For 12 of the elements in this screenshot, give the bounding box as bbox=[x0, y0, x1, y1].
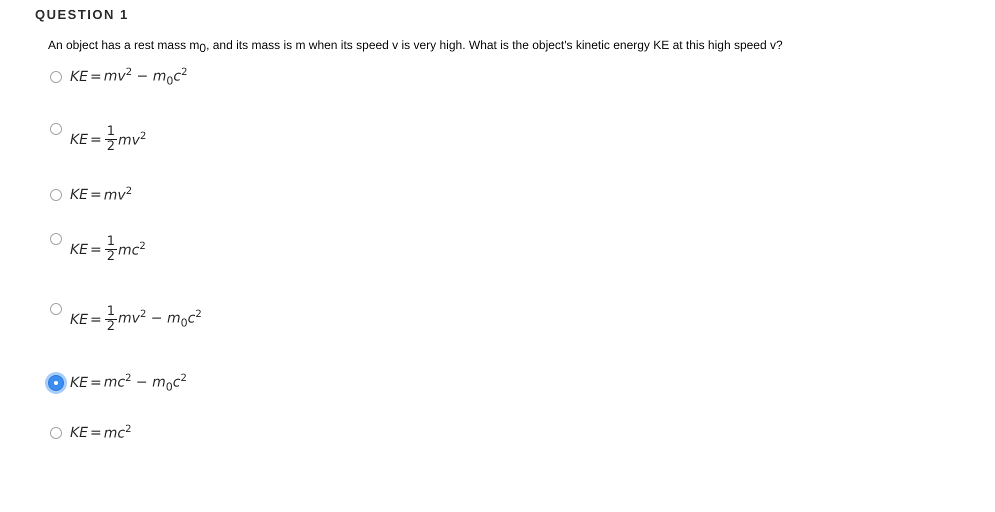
radio-button[interactable] bbox=[50, 123, 62, 135]
radio-button[interactable] bbox=[50, 427, 62, 439]
formula: KE=mc$^{2}$ bbox=[70, 424, 132, 442]
radio-button[interactable] bbox=[50, 71, 62, 83]
radio-button[interactable] bbox=[50, 233, 62, 245]
radio-button[interactable] bbox=[50, 303, 62, 315]
formula: KE=mc$^{2}$ − m$_{0}$c$^{2}$ bbox=[70, 372, 187, 394]
radio-button[interactable] bbox=[50, 189, 62, 201]
formula: KE=mv$^{2}$ bbox=[70, 186, 132, 204]
formula: KE=mv$^{2}$ − m$_{0}$c$^{2}$ bbox=[70, 66, 188, 88]
question-heading: QUESTION 1 bbox=[35, 7, 130, 22]
radio-button[interactable] bbox=[48, 375, 64, 391]
